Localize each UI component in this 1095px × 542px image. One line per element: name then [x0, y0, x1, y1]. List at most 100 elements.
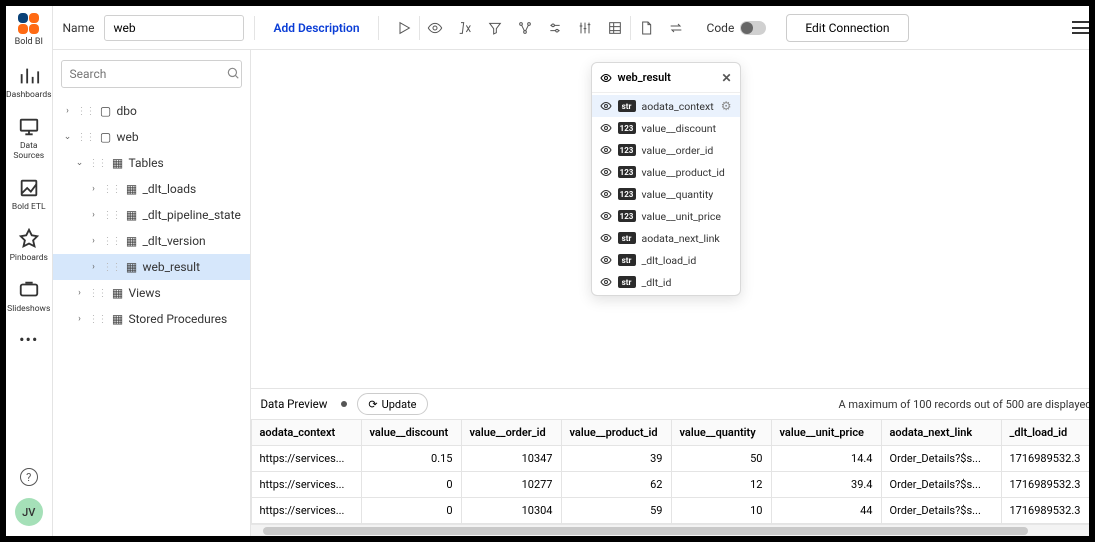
table-cell: Order_Details?$s...: [881, 472, 1001, 498]
tree-label: web_result: [143, 260, 201, 274]
table-cell: 39.4: [771, 472, 881, 498]
nav-more[interactable]: •••: [19, 330, 38, 349]
type-badge: 123: [618, 166, 636, 178]
table-row[interactable]: https://services...010277621239.4Order_D…: [251, 472, 1089, 498]
column-name: value__unit_price: [642, 210, 722, 223]
update-button-label: Update: [382, 398, 417, 411]
name-input[interactable]: [104, 15, 244, 41]
nav-slideshows[interactable]: Slideshows: [7, 279, 50, 314]
eye-icon[interactable]: [600, 166, 612, 178]
columns-settings-icon[interactable]: [570, 14, 600, 42]
column-row[interactable]: str_dlt_load_id: [592, 249, 740, 271]
table-cell: 62: [561, 472, 671, 498]
preview-grid[interactable]: aodata_contextvalue__discountvalue__orde…: [251, 419, 1090, 524]
document-icon[interactable]: [631, 14, 661, 42]
search-input[interactable]: [70, 67, 226, 81]
slideshow-icon: [18, 279, 40, 301]
update-button[interactable]: ⟳ Update: [357, 393, 427, 415]
column-header[interactable]: aodata_context: [251, 420, 361, 446]
tree-node-dlt-pipeline-state[interactable]: ›⋮⋮▦_dlt_pipeline_state: [53, 202, 250, 228]
data-preview: Data Preview ⟳Update A maximum of 100 re…: [251, 388, 1090, 536]
close-icon[interactable]: ✕: [721, 71, 731, 85]
tree-node-web[interactable]: ⌄⋮⋮▢web: [53, 124, 250, 150]
table-icon: ▦: [125, 208, 139, 222]
column-header[interactable]: value__unit_price: [771, 420, 881, 446]
toolbar-icons: [389, 14, 691, 42]
table-icon: ▦: [125, 182, 139, 196]
eye-icon[interactable]: [600, 144, 612, 156]
add-description-link[interactable]: Add Description: [273, 21, 359, 35]
table-icon[interactable]: [600, 14, 630, 42]
tree-node-dlt-loads[interactable]: ›⋮⋮▦_dlt_loads: [53, 176, 250, 202]
preview-icon[interactable]: [420, 14, 450, 42]
edit-connection-button[interactable]: Edit Connection: [786, 14, 908, 42]
column-name: value__order_id: [642, 144, 714, 157]
app-root: Bold BI Dashboards Data Sources Bold ETL…: [6, 6, 1089, 536]
nav-boldetl[interactable]: Bold ETL: [12, 177, 46, 212]
column-header[interactable]: value__product_id: [561, 420, 671, 446]
gear-icon[interactable]: ⚙: [721, 99, 732, 113]
tree-label: _dlt_loads: [143, 182, 197, 196]
swap-icon[interactable]: [661, 14, 691, 42]
column-row[interactable]: straodata_next_link: [592, 227, 740, 249]
table-row[interactable]: https://services...0.1510347395014.4Orde…: [251, 446, 1089, 472]
column-row[interactable]: 123 value__discount: [592, 117, 740, 139]
canvas-wrap: web_result ✕ straodata_context⚙123value_…: [251, 50, 1090, 536]
eye-icon[interactable]: [600, 276, 612, 288]
tree-node-tables[interactable]: ⌄⋮⋮▦Tables: [53, 150, 250, 176]
eye-icon[interactable]: [600, 100, 612, 112]
table-row[interactable]: https://services...010304591044Order_Det…: [251, 498, 1089, 524]
eye-icon[interactable]: [600, 254, 612, 266]
column-header[interactable]: value__order_id: [461, 420, 561, 446]
nav-pinboards[interactable]: Pinboards: [10, 228, 48, 263]
schema-sidebar: ›⋮⋮▢dbo ⌄⋮⋮▢web ⌄⋮⋮▦Tables ›⋮⋮▦_dlt_load…: [53, 50, 251, 536]
column-row[interactable]: 123value__quantity: [592, 183, 740, 205]
fx-icon[interactable]: [450, 14, 480, 42]
code-toggle[interactable]: Code: [707, 21, 767, 35]
horizontal-scrollbar[interactable]: [251, 524, 1090, 536]
eye-icon[interactable]: [600, 122, 612, 134]
tree-node-web-result[interactable]: ›⋮⋮▦web_result: [53, 254, 250, 280]
column-header[interactable]: _dlt_load_id: [1001, 420, 1089, 446]
column-row[interactable]: straodata_context⚙: [592, 95, 740, 117]
sliders-icon[interactable]: [540, 14, 570, 42]
search-box[interactable]: [61, 60, 242, 88]
type-badge: 123: [618, 122, 636, 134]
nodes-icon[interactable]: [510, 14, 540, 42]
table-cell: 10304: [461, 498, 561, 524]
status-dot-icon: [341, 401, 347, 407]
eye-icon[interactable]: [600, 210, 612, 222]
filter-icon[interactable]: [480, 14, 510, 42]
eye-icon[interactable]: [600, 72, 612, 84]
table-cell: 39: [561, 446, 671, 472]
column-name: value__discount: [642, 122, 717, 135]
avatar[interactable]: JV: [15, 498, 43, 526]
column-row[interactable]: 123value__order_id: [592, 139, 740, 161]
tree-node-views[interactable]: ›⋮⋮▦Views: [53, 280, 250, 306]
code-toggle-label: Code: [707, 21, 735, 35]
help-icon[interactable]: ?: [20, 468, 38, 486]
tree-node-sprocs[interactable]: ›⋮⋮▦Stored Procedures: [53, 306, 250, 332]
eye-icon[interactable]: [600, 232, 612, 244]
tree-node-dlt-version[interactable]: ›⋮⋮▦_dlt_version: [53, 228, 250, 254]
tree-node-dbo[interactable]: ›⋮⋮▢dbo: [53, 98, 250, 124]
nav-datasources[interactable]: Data Sources: [6, 116, 52, 161]
column-popup-title: web_result: [618, 71, 671, 84]
preview-label: Data Preview: [261, 397, 328, 411]
refresh-icon: ⟳: [368, 398, 377, 411]
column-row[interactable]: str_dlt_id: [592, 271, 740, 293]
column-row[interactable]: 123value__product_id: [592, 161, 740, 183]
run-icon[interactable]: [389, 14, 419, 42]
sprocs-icon: ▦: [111, 312, 125, 326]
table-cell: 44: [771, 498, 881, 524]
eye-icon[interactable]: [600, 188, 612, 200]
table-cell: 10347: [461, 446, 561, 472]
design-canvas[interactable]: web_result ✕ straodata_context⚙123value_…: [251, 50, 1090, 388]
column-header[interactable]: value__discount: [361, 420, 461, 446]
table-icon: ▦: [125, 260, 139, 274]
hamburger-icon[interactable]: [1072, 21, 1090, 34]
column-row[interactable]: 123value__unit_price: [592, 205, 740, 227]
column-header[interactable]: aodata_next_link: [881, 420, 1001, 446]
column-header[interactable]: value__quantity: [671, 420, 771, 446]
nav-dashboards[interactable]: Dashboards: [6, 65, 52, 100]
